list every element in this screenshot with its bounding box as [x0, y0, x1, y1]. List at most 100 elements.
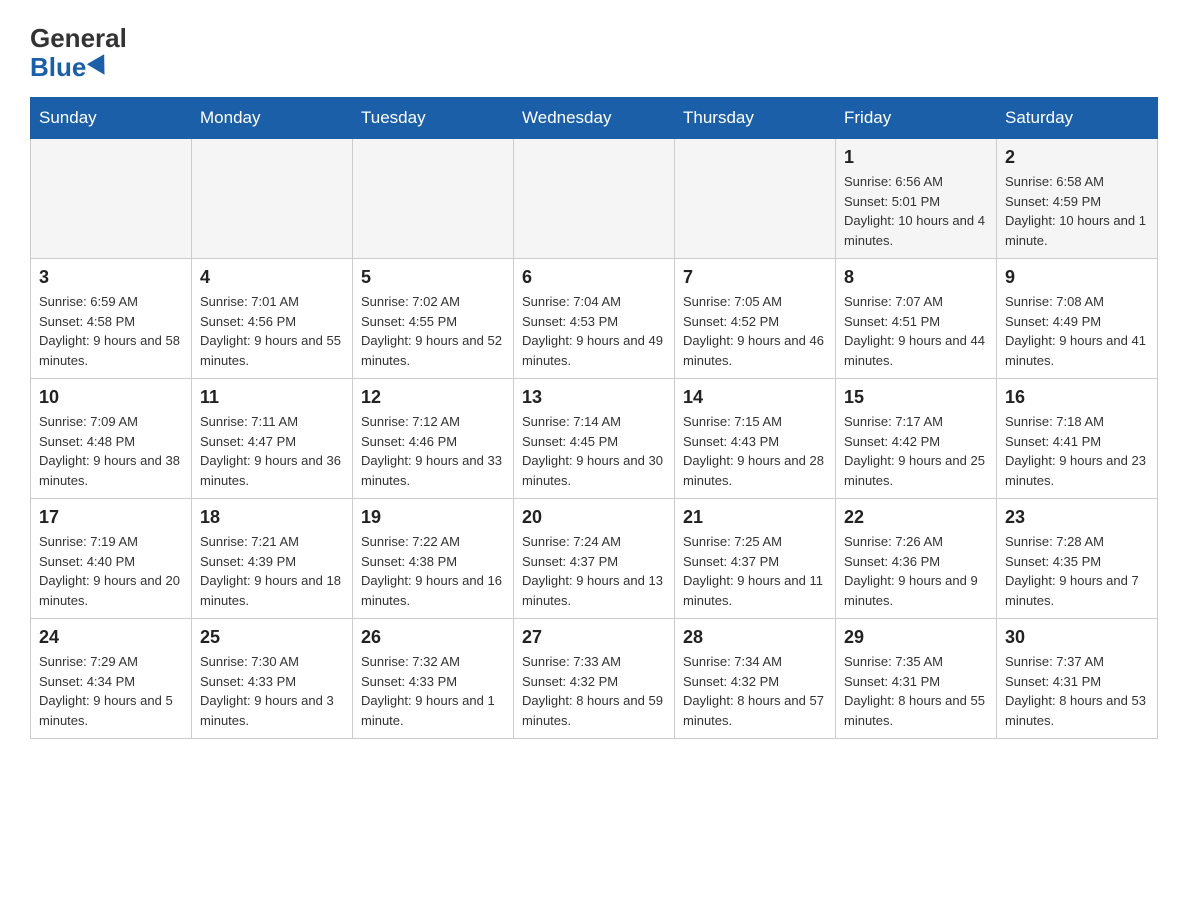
day-info: Sunrise: 7:14 AM Sunset: 4:45 PM Dayligh…	[522, 412, 666, 490]
day-info: Sunrise: 7:24 AM Sunset: 4:37 PM Dayligh…	[522, 532, 666, 610]
day-number: 26	[361, 627, 505, 648]
day-info: Sunrise: 7:07 AM Sunset: 4:51 PM Dayligh…	[844, 292, 988, 370]
day-number: 9	[1005, 267, 1149, 288]
day-info: Sunrise: 7:30 AM Sunset: 4:33 PM Dayligh…	[200, 652, 344, 730]
calendar-cell: 19Sunrise: 7:22 AM Sunset: 4:38 PM Dayli…	[353, 499, 514, 619]
day-info: Sunrise: 7:01 AM Sunset: 4:56 PM Dayligh…	[200, 292, 344, 370]
calendar-week-row: 1 Sunrise: 6:56 AM Sunset: 5:01 PM Daylig…	[31, 139, 1158, 259]
calendar-table: SundayMondayTuesdayWednesdayThursdayFrid…	[30, 97, 1158, 739]
day-number: 5	[361, 267, 505, 288]
day-number: 11	[200, 387, 344, 408]
day-number: 17	[39, 507, 183, 528]
calendar-cell	[353, 139, 514, 259]
day-number: 1	[844, 147, 988, 168]
day-number: 2	[1005, 147, 1149, 168]
logo-triangle-icon	[87, 54, 113, 80]
day-info: Sunrise: 7:35 AM Sunset: 4:31 PM Dayligh…	[844, 652, 988, 730]
day-info: Sunrise: 6:58 AM Sunset: 4:59 PM Dayligh…	[1005, 172, 1149, 250]
calendar-cell	[514, 139, 675, 259]
calendar-cell: 8 Sunrise: 7:07 AM Sunset: 4:51 PM Daylig…	[836, 259, 997, 379]
calendar-cell: 26 Sunrise: 7:32 AM Sunset: 4:33 PM Dayli…	[353, 619, 514, 739]
calendar-cell: 30 Sunrise: 7:37 AM Sunset: 4:31 PM Dayli…	[997, 619, 1158, 739]
day-of-week-header: Saturday	[997, 98, 1158, 139]
calendar-cell: 11 Sunrise: 7:11 AM Sunset: 4:47 PM Dayli…	[192, 379, 353, 499]
day-number: 29	[844, 627, 988, 648]
day-number: 25	[200, 627, 344, 648]
day-info: Sunrise: 7:12 AM Sunset: 4:46 PM Dayligh…	[361, 412, 505, 490]
day-number: 10	[39, 387, 183, 408]
calendar-cell: 21Sunrise: 7:25 AM Sunset: 4:37 PM Dayli…	[675, 499, 836, 619]
calendar-cell: 24 Sunrise: 7:29 AM Sunset: 4:34 PM Dayli…	[31, 619, 192, 739]
day-info: Sunrise: 7:33 AM Sunset: 4:32 PM Dayligh…	[522, 652, 666, 730]
day-info: Sunrise: 7:08 AM Sunset: 4:49 PM Dayligh…	[1005, 292, 1149, 370]
day-number: 14	[683, 387, 827, 408]
calendar-cell	[192, 139, 353, 259]
day-number: 8	[844, 267, 988, 288]
day-info: Sunrise: 7:15 AM Sunset: 4:43 PM Dayligh…	[683, 412, 827, 490]
day-info: Sunrise: 7:37 AM Sunset: 4:31 PM Dayligh…	[1005, 652, 1149, 730]
logo: General Blue	[30, 24, 127, 81]
calendar-cell: 12 Sunrise: 7:12 AM Sunset: 4:46 PM Dayli…	[353, 379, 514, 499]
day-info: Sunrise: 7:05 AM Sunset: 4:52 PM Dayligh…	[683, 292, 827, 370]
calendar-cell: 13 Sunrise: 7:14 AM Sunset: 4:45 PM Dayli…	[514, 379, 675, 499]
calendar-cell: 22Sunrise: 7:26 AM Sunset: 4:36 PM Dayli…	[836, 499, 997, 619]
calendar-cell: 29 Sunrise: 7:35 AM Sunset: 4:31 PM Dayli…	[836, 619, 997, 739]
calendar-cell: 14 Sunrise: 7:15 AM Sunset: 4:43 PM Dayli…	[675, 379, 836, 499]
day-number: 19	[361, 507, 505, 528]
calendar-cell: 2 Sunrise: 6:58 AM Sunset: 4:59 PM Daylig…	[997, 139, 1158, 259]
day-number: 4	[200, 267, 344, 288]
calendar-cell: 23 Sunrise: 7:28 AM Sunset: 4:35 PM Dayli…	[997, 499, 1158, 619]
day-number: 3	[39, 267, 183, 288]
calendar-header-row: SundayMondayTuesdayWednesdayThursdayFrid…	[31, 98, 1158, 139]
day-of-week-header: Wednesday	[514, 98, 675, 139]
day-info: Sunrise: 6:59 AM Sunset: 4:58 PM Dayligh…	[39, 292, 183, 370]
calendar-cell	[675, 139, 836, 259]
calendar-cell: 20 Sunrise: 7:24 AM Sunset: 4:37 PM Dayli…	[514, 499, 675, 619]
day-number: 13	[522, 387, 666, 408]
day-info: Sunrise: 7:17 AM Sunset: 4:42 PM Dayligh…	[844, 412, 988, 490]
day-of-week-header: Friday	[836, 98, 997, 139]
day-of-week-header: Tuesday	[353, 98, 514, 139]
day-number: 23	[1005, 507, 1149, 528]
day-info: Sunrise: 6:56 AM Sunset: 5:01 PM Dayligh…	[844, 172, 988, 250]
day-info: Sunrise: 7:19 AM Sunset: 4:40 PM Dayligh…	[39, 532, 183, 610]
day-of-week-header: Monday	[192, 98, 353, 139]
calendar-week-row: 10 Sunrise: 7:09 AM Sunset: 4:48 PM Dayli…	[31, 379, 1158, 499]
logo-blue-text: Blue	[30, 53, 110, 82]
day-number: 24	[39, 627, 183, 648]
calendar-cell: 10 Sunrise: 7:09 AM Sunset: 4:48 PM Dayli…	[31, 379, 192, 499]
calendar-cell: 25 Sunrise: 7:30 AM Sunset: 4:33 PM Dayli…	[192, 619, 353, 739]
day-info: Sunrise: 7:04 AM Sunset: 4:53 PM Dayligh…	[522, 292, 666, 370]
logo-general-text: General	[30, 24, 127, 53]
calendar-week-row: 24 Sunrise: 7:29 AM Sunset: 4:34 PM Dayli…	[31, 619, 1158, 739]
day-info: Sunrise: 7:25 AM Sunset: 4:37 PM Dayligh…	[683, 532, 827, 610]
day-number: 27	[522, 627, 666, 648]
day-info: Sunrise: 7:21 AM Sunset: 4:39 PM Dayligh…	[200, 532, 344, 610]
calendar-week-row: 3 Sunrise: 6:59 AM Sunset: 4:58 PM Daylig…	[31, 259, 1158, 379]
day-number: 30	[1005, 627, 1149, 648]
calendar-cell: 1 Sunrise: 6:56 AM Sunset: 5:01 PM Daylig…	[836, 139, 997, 259]
calendar-week-row: 17 Sunrise: 7:19 AM Sunset: 4:40 PM Dayli…	[31, 499, 1158, 619]
day-number: 28	[683, 627, 827, 648]
day-info: Sunrise: 7:32 AM Sunset: 4:33 PM Dayligh…	[361, 652, 505, 730]
day-info: Sunrise: 7:09 AM Sunset: 4:48 PM Dayligh…	[39, 412, 183, 490]
calendar-cell: 28 Sunrise: 7:34 AM Sunset: 4:32 PM Dayli…	[675, 619, 836, 739]
day-number: 15	[844, 387, 988, 408]
page-header: General Blue	[30, 20, 1158, 81]
day-number: 20	[522, 507, 666, 528]
day-number: 18	[200, 507, 344, 528]
day-info: Sunrise: 7:02 AM Sunset: 4:55 PM Dayligh…	[361, 292, 505, 370]
calendar-cell: 6Sunrise: 7:04 AM Sunset: 4:53 PM Daylig…	[514, 259, 675, 379]
day-info: Sunrise: 7:11 AM Sunset: 4:47 PM Dayligh…	[200, 412, 344, 490]
day-info: Sunrise: 7:34 AM Sunset: 4:32 PM Dayligh…	[683, 652, 827, 730]
calendar-cell: 5 Sunrise: 7:02 AM Sunset: 4:55 PM Daylig…	[353, 259, 514, 379]
calendar-cell: 18 Sunrise: 7:21 AM Sunset: 4:39 PM Dayli…	[192, 499, 353, 619]
day-number: 12	[361, 387, 505, 408]
calendar-cell: 4 Sunrise: 7:01 AM Sunset: 4:56 PM Daylig…	[192, 259, 353, 379]
day-info: Sunrise: 7:28 AM Sunset: 4:35 PM Dayligh…	[1005, 532, 1149, 610]
day-info: Sunrise: 7:18 AM Sunset: 4:41 PM Dayligh…	[1005, 412, 1149, 490]
day-info: Sunrise: 7:29 AM Sunset: 4:34 PM Dayligh…	[39, 652, 183, 730]
calendar-cell: 3 Sunrise: 6:59 AM Sunset: 4:58 PM Daylig…	[31, 259, 192, 379]
day-of-week-header: Thursday	[675, 98, 836, 139]
calendar-cell: 27 Sunrise: 7:33 AM Sunset: 4:32 PM Dayli…	[514, 619, 675, 739]
